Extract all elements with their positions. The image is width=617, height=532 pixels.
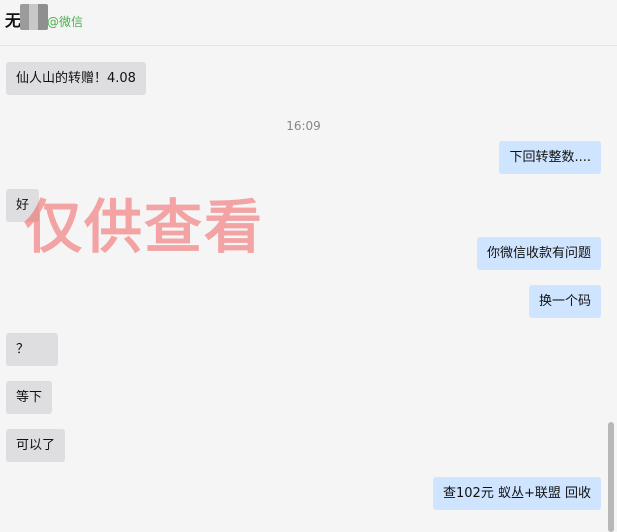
redacted-name-mask	[20, 4, 48, 30]
message-bubble-incoming[interactable]: ？	[6, 333, 58, 366]
chat-scrollbar[interactable]	[608, 422, 614, 532]
message-timestamp: 16:09	[286, 119, 321, 133]
message-bubble-outgoing[interactable]: 你微信收款有问题	[476, 237, 601, 270]
chat-message-list[interactable]: 仙人山的转赠！4.08 16:09 下回转整数.... 好 你微信收款有问题 换…	[0, 47, 617, 532]
watermark-overlay: 仅供查看	[24, 193, 265, 261]
contact-name[interactable]: 无	[5, 7, 21, 31]
message-bubble-incoming[interactable]: 可以了	[6, 429, 66, 462]
message-bubble-incoming[interactable]: 仙人山的转赠！4.08	[6, 62, 146, 95]
contact-source-label: @微信	[47, 15, 84, 29]
message-bubble-outgoing[interactable]: 下回转整数....	[499, 141, 601, 174]
message-bubble-outgoing[interactable]: 查102元 蚁丛+联盟 回收	[433, 477, 601, 510]
message-bubble-outgoing[interactable]: 换一个码	[528, 285, 601, 318]
message-bubble-incoming[interactable]: 等下	[6, 381, 53, 414]
chat-header: 无 @微信	[0, 0, 617, 46]
